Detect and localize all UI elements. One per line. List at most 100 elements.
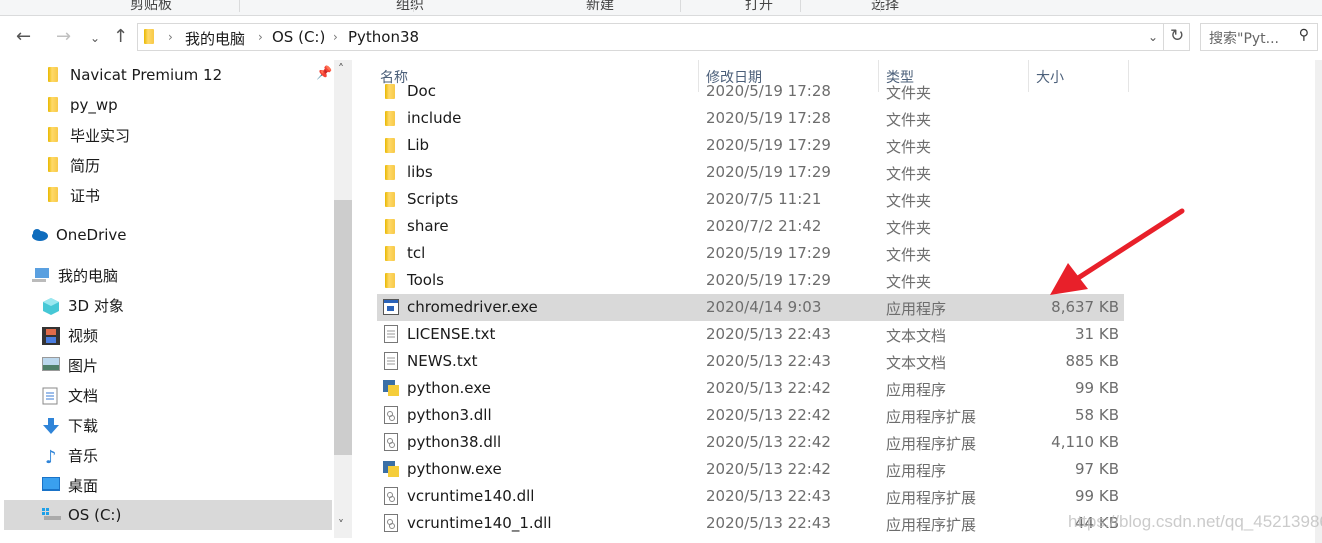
file-date: 2020/7/2 21:42 (706, 217, 822, 235)
sidebar-item-label: 下载 (68, 416, 99, 435)
sidebar-item[interactable]: OS (C:) (4, 500, 332, 530)
sidebar-item-label: OneDrive (56, 226, 127, 244)
file-row[interactable]: tcl 2020/5/19 17:29 文件夹 (377, 240, 1124, 267)
navigation-pane: Navicat Premium 12 py_wp 毕业实习简历证书 OneDrive 我… (0, 60, 352, 543)
breadcrumb-computer[interactable]: 我的电脑 (185, 28, 245, 49)
folder-icon (44, 97, 62, 113)
file-row[interactable]: Scripts 2020/7/5 11:21 文件夹 (377, 186, 1124, 213)
file-row[interactable]: LICENSE.txt 2020/5/13 22:43 文本文档 31 KB (377, 321, 1124, 348)
ribbon-group-organize[interactable]: 组织 (396, 0, 424, 14)
ribbon-group-clipboard[interactable]: 剪贴板 (130, 0, 172, 14)
sidebar-item[interactable]: Navicat Premium 12 (4, 60, 332, 90)
back-button[interactable]: ← (16, 26, 31, 47)
film-icon (42, 327, 60, 345)
address-bar[interactable]: › 我的电脑 › OS (C:) › Python38 ⌄ ↻ (137, 23, 1190, 51)
file-row[interactable]: pythonw.exe 2020/5/13 22:42 应用程序 97 KB (377, 456, 1124, 483)
sidebar-item[interactable]: 证书 (4, 180, 332, 210)
sidebar-item-label: py_wp (70, 96, 118, 114)
column-header-size[interactable]: 大小 (1028, 60, 1128, 92)
sidebar-item[interactable]: ♪ 音乐 (4, 440, 332, 470)
sidebar-item-label: Navicat Premium 12 (70, 66, 223, 84)
search-icon[interactable]: ⚲ (1299, 27, 1309, 43)
divider[interactable] (1128, 60, 1129, 92)
picture-icon (42, 357, 60, 373)
file-row[interactable]: Tools 2020/5/19 17:29 文件夹 (377, 267, 1124, 294)
folder-file-icon (377, 267, 405, 294)
file-row[interactable]: libs 2020/5/19 17:29 文件夹 (377, 159, 1124, 186)
sidebar-item[interactable]: OneDrive (4, 220, 332, 250)
forward-button[interactable]: → (56, 26, 71, 47)
folder-file-icon (377, 132, 405, 159)
sidebar-item-label: 桌面 (68, 476, 99, 495)
file-row[interactable]: NEWS.txt 2020/5/13 22:43 文本文档 885 KB (377, 348, 1124, 375)
file-row[interactable]: python38.dll 2020/5/13 22:42 应用程序扩展 4,110 K… (377, 429, 1124, 456)
txt-file-icon (377, 348, 405, 375)
ribbon-group-open[interactable]: 打开 (745, 0, 773, 14)
file-row[interactable]: python.exe 2020/5/13 22:42 应用程序 99 KB (377, 375, 1124, 402)
refresh-icon[interactable]: ↻ (1170, 26, 1184, 46)
file-date: 2020/5/19 17:29 (706, 136, 831, 154)
file-list-scrollbar[interactable] (1315, 60, 1322, 543)
file-name: python38.dll (407, 433, 502, 451)
sidebar-item-label: 简历 (70, 156, 101, 175)
file-row[interactable]: vcruntime140.dll 2020/5/13 22:43 应用程序扩展 99 … (377, 483, 1124, 510)
scroll-down-icon[interactable]: ˅ (338, 518, 344, 532)
sidebar-item[interactable]: 图片 (4, 350, 332, 380)
file-row[interactable]: share 2020/7/2 21:42 文件夹 (377, 213, 1124, 240)
file-size: 885 KB (1065, 352, 1119, 370)
python-file-icon (377, 456, 405, 483)
music-icon: ♪ (45, 447, 57, 468)
column-header-type[interactable]: 类型 (878, 60, 1028, 92)
file-row[interactable]: vcruntime140_1.dll 2020/5/13 22:43 应用程序扩展 4… (377, 510, 1124, 537)
divider (800, 0, 801, 12)
search-input[interactable]: 搜索"Pyt... ⚲ (1200, 23, 1318, 51)
folder-icon (144, 29, 154, 44)
ribbon: 剪贴板 组织 新建 打开 选择 (0, 0, 1322, 16)
sidebar-item[interactable]: 桌面 (4, 470, 332, 500)
file-date: 2020/5/19 17:29 (706, 163, 831, 181)
file-name: vcruntime140.dll (407, 487, 535, 505)
folder-icon (44, 157, 62, 173)
file-row[interactable]: include 2020/5/19 17:28 文件夹 (377, 105, 1124, 132)
file-type: 文件夹 (886, 138, 932, 156)
breadcrumb-folder[interactable]: Python38 (348, 28, 419, 46)
file-type: 文件夹 (886, 165, 932, 183)
dll-file-icon (377, 429, 405, 456)
scroll-up-icon[interactable]: ˄ (338, 62, 344, 76)
ribbon-group-select[interactable]: 选择 (871, 0, 899, 14)
file-date: 2020/5/19 17:28 (706, 109, 831, 127)
file-name: LICENSE.txt (407, 325, 496, 343)
breadcrumb-drive[interactable]: OS (C:) (272, 28, 325, 46)
file-size: 31 KB (1075, 325, 1119, 343)
sidebar-scrollbar[interactable]: ˄ ˅ (334, 60, 352, 538)
ribbon-group-new[interactable]: 新建 (586, 0, 614, 14)
up-button[interactable]: ↑ (113, 26, 128, 47)
sidebar-item-label: 3D 对象 (68, 296, 124, 315)
folder-file-icon (377, 240, 405, 267)
file-type: 文件夹 (886, 219, 932, 237)
sidebar-item[interactable]: 我的电脑 (4, 260, 332, 290)
sidebar-item[interactable]: 毕业实习 (4, 120, 332, 150)
sidebar-item[interactable]: 3D 对象 (4, 290, 332, 320)
column-header-name[interactable]: 名称 (372, 60, 699, 92)
column-header-date[interactable]: 修改日期 (698, 60, 878, 92)
recent-locations-chevron-icon[interactable]: ⌄ (90, 31, 100, 45)
sidebar-item-label: 文档 (68, 386, 99, 405)
file-row[interactable]: Lib 2020/5/19 17:29 文件夹 (377, 132, 1124, 159)
dll-file-icon (377, 402, 405, 429)
file-date: 2020/5/13 22:42 (706, 379, 831, 397)
file-row[interactable]: chromedriver.exe 2020/4/14 9:03 应用程序 8,637 … (377, 294, 1124, 321)
sidebar-item[interactable]: 文档 (4, 380, 332, 410)
scrollbar-thumb[interactable] (334, 200, 352, 455)
sidebar-item[interactable]: 下载 (4, 410, 332, 440)
file-name: python3.dll (407, 406, 492, 424)
sidebar-item[interactable]: 视频 (4, 320, 332, 350)
file-name: python.exe (407, 379, 491, 397)
file-row[interactable]: python3.dll 2020/5/13 22:42 应用程序扩展 58 KB (377, 402, 1124, 429)
pin-icon[interactable]: 📌 (316, 66, 332, 81)
sidebar-item[interactable]: py_wp (4, 90, 332, 120)
file-date: 2020/7/5 11:21 (706, 190, 822, 208)
sidebar-item[interactable]: 简历 (4, 150, 332, 180)
address-history-chevron-icon[interactable]: ⌄ (1148, 30, 1158, 44)
file-name: Scripts (407, 190, 459, 208)
